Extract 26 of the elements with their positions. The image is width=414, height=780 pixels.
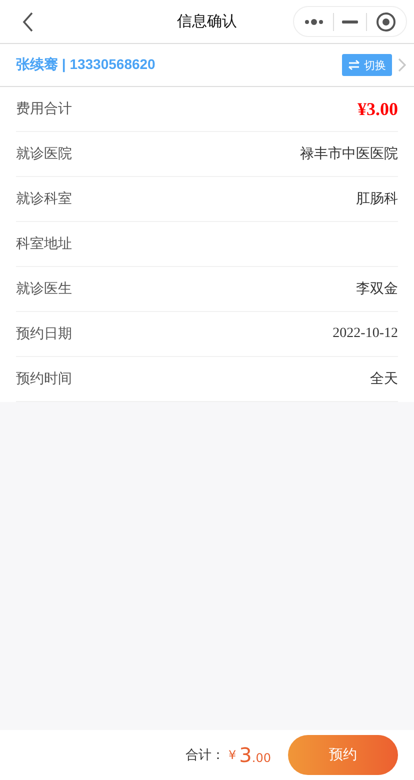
- row-value: 全天: [370, 370, 398, 388]
- minimize-icon[interactable]: [342, 20, 358, 24]
- patient-info: 张续骞 | 13330568620: [16, 56, 156, 74]
- row-label: 就诊科室: [16, 190, 72, 208]
- total-amount: 3: [239, 743, 252, 767]
- row-value: 李双金: [356, 280, 398, 298]
- total-decimals: .00: [252, 750, 271, 764]
- book-button[interactable]: 预约: [288, 735, 398, 775]
- page-title: 信息确认: [176, 12, 238, 31]
- currency-sign: ¥: [228, 748, 236, 762]
- swap-icon: [348, 60, 360, 70]
- row-label: 预约时间: [16, 370, 72, 388]
- row-value: ¥3.00: [358, 98, 398, 120]
- switch-button[interactable]: 切换: [342, 54, 392, 76]
- row-value: 禄丰市中医医院: [300, 145, 398, 163]
- total-label: 合计：: [186, 747, 225, 764]
- row-label: 科室地址: [16, 235, 72, 253]
- row-value: 肛肠科: [356, 190, 398, 208]
- row-label: 就诊医生: [16, 280, 72, 298]
- row-label: 预约日期: [16, 325, 72, 343]
- row-label: 就诊医院: [16, 145, 72, 163]
- row-value: 2022-10-12: [332, 326, 398, 342]
- more-icon[interactable]: [304, 18, 324, 26]
- back-icon[interactable]: [22, 12, 34, 32]
- close-icon[interactable]: [376, 12, 396, 32]
- row-label: 费用合计: [16, 100, 72, 118]
